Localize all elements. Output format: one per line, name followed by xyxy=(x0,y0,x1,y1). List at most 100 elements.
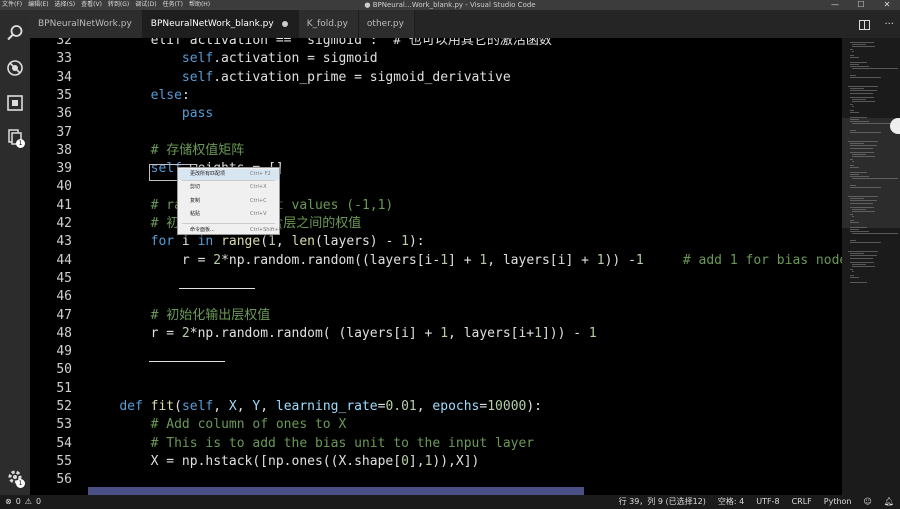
code-line[interactable]: pass xyxy=(88,105,213,123)
context-menu-item[interactable]: 复制 Ctrl+C xyxy=(178,196,279,207)
horizontal-scrollbar[interactable] xyxy=(88,487,584,495)
minimap-line xyxy=(850,207,875,208)
code-line[interactable]: # Add column of ones to X xyxy=(88,416,347,434)
tab-bpneuralnetwork-blank-py[interactable]: BPNeuralNetWork_blank.py xyxy=(142,10,299,38)
code-token: 1 xyxy=(534,325,542,341)
indent-setting[interactable]: 空格: 4 xyxy=(718,495,744,509)
maximize-button[interactable]: ☐ xyxy=(848,0,874,10)
menu-item[interactable]: 编辑(E) xyxy=(28,0,48,10)
menu-item-shortcut: Ctrl+X xyxy=(250,184,267,190)
minimap-line xyxy=(850,152,875,153)
extensions-icon[interactable] xyxy=(0,88,30,118)
menu-item[interactable]: 查看(V) xyxy=(81,0,102,10)
minimap-line xyxy=(848,141,878,142)
code-line[interactable]: self.activation = sigmoid xyxy=(88,50,378,68)
status-bar: ⊗ 0 ⚠ 0 行 39，列 9 (已选择12) 空格: 4 UTF-8 CRL… xyxy=(0,495,900,509)
minimap-line xyxy=(852,233,898,235)
minimap-line xyxy=(852,160,855,162)
warning-icon[interactable]: ⚠ xyxy=(25,495,32,509)
code-line[interactable]: elif activation == 'sigmoid': # 也可以用其它的激… xyxy=(88,38,552,50)
eol-setting[interactable]: CRLF xyxy=(792,495,812,509)
debug-icon[interactable] xyxy=(0,53,30,83)
context-menu-item[interactable]: 更改所有匹配项 Ctrl+ F2 xyxy=(178,169,279,180)
code-token: # This is to add the bias unit to the in… xyxy=(150,435,535,451)
menu-item[interactable]: 选择(S) xyxy=(55,0,76,10)
context-menu-item[interactable]: 剪切 Ctrl+X xyxy=(178,182,279,193)
code-token: ): xyxy=(526,399,543,414)
language-mode[interactable]: Python xyxy=(824,495,852,509)
window-controls: — ☐ ✕ xyxy=(822,0,900,10)
activity-bar: 1 1 xyxy=(0,10,30,495)
code-token: , layers[i+ xyxy=(448,325,535,341)
minimap-line xyxy=(850,171,868,173)
code-area[interactable]: elif activation == 'sigmoid': # 也可以用其它的激… xyxy=(88,38,842,495)
tab-label: K_fold.py xyxy=(306,19,348,29)
code-token: *np.random.random( (layers[i] + xyxy=(189,325,441,341)
settings-icon[interactable]: 1 xyxy=(0,462,30,492)
split-editor-icon[interactable] xyxy=(859,15,871,34)
menu-separator xyxy=(182,180,275,181)
warning-count[interactable]: 0 xyxy=(36,495,41,509)
feedback-icon[interactable]: ☺ xyxy=(864,495,872,509)
minimap-line xyxy=(850,88,864,90)
encoding-setting[interactable]: UTF-8 xyxy=(756,495,779,509)
code-token: (layers) - xyxy=(315,234,402,250)
minimap-line xyxy=(850,64,860,65)
side-toggle-button[interactable] xyxy=(890,118,900,134)
menu-item[interactable]: 转到(G) xyxy=(108,0,129,10)
minimap-line xyxy=(850,167,860,169)
code-token: for xyxy=(150,234,175,250)
minimize-button[interactable]: — xyxy=(822,0,848,10)
code-line[interactable]: # 初始化输出层权值 xyxy=(88,307,271,325)
menu-item[interactable]: 文件(F) xyxy=(2,0,22,10)
code-token: .activation_prime = sigmoid_derivative xyxy=(213,69,511,85)
code-line[interactable]: # This is to add the bias unit to the in… xyxy=(88,435,535,453)
error-count[interactable]: 0 xyxy=(16,495,21,509)
menu-bar: 文件(F) 编辑(E) 选择(S) 查看(V) 转到(G) 调试(D) 任务(T) 帮助(H) xyxy=(0,0,210,10)
bell-icon[interactable]: 🔔︎ xyxy=(884,495,894,509)
minimap-line xyxy=(852,215,855,217)
tab-k-fold-py[interactable]: K_fold.py xyxy=(298,10,359,38)
close-window-button[interactable]: ✕ xyxy=(874,0,900,10)
menu-item[interactable]: 帮助(H) xyxy=(189,0,210,10)
tab-other-py[interactable]: other.py xyxy=(358,10,415,38)
minimap-line xyxy=(848,196,878,197)
code-token: 1 xyxy=(440,252,449,268)
context-menu: 更改所有匹配项 Ctrl+ F2 剪切 Ctrl+X 复制 Ctrl+C 粘贴 Ctrl+V 命… xyxy=(177,167,282,236)
unsaved-dot-icon[interactable] xyxy=(281,21,288,27)
tab-bpneuralnetwork-py[interactable]: BPNeuralNetWork.py xyxy=(30,10,143,38)
code-token: r = xyxy=(88,252,214,268)
context-menu-item[interactable]: 粘贴 Ctrl+V xyxy=(178,209,279,220)
code-line[interactable]: for i in range(1, len(layers) - 1): xyxy=(88,233,425,251)
code-token: 1 xyxy=(479,252,488,268)
code-line[interactable]: self.activation_prime = sigmoid_derivati… xyxy=(88,69,511,87)
error-icon[interactable]: ⊗ xyxy=(5,495,12,509)
code-line[interactable]: def fit(self, X, Y, learning_rate=0.01, … xyxy=(88,398,542,416)
minimap-line xyxy=(852,156,876,158)
line-number: 47 xyxy=(56,307,72,323)
menu-item[interactable]: 任务(T) xyxy=(163,0,183,10)
minimap-line xyxy=(848,86,878,87)
explorer-icon[interactable]: 1 xyxy=(0,122,30,152)
code-line[interactable]: # 存储权值矩阵 xyxy=(88,142,245,160)
tab-label: BPNeuralNetWork_blank.py xyxy=(150,19,274,29)
code-token: # 初始化输出层权值 xyxy=(150,307,271,323)
more-icon[interactable]: ··· xyxy=(884,19,894,30)
code-editor[interactable]: 32 33 34 35 36 37 38 39 40 41 42 43 44 45 46 47 48 49 50 51… xyxy=(30,38,842,495)
menu-item[interactable]: 调试(D) xyxy=(135,0,156,10)
search-icon[interactable] xyxy=(0,18,30,48)
line-number: 49 xyxy=(56,344,72,360)
code-line[interactable]: else: xyxy=(88,87,190,105)
menu-item-shortcut: Ctrl+ F2 xyxy=(250,171,271,177)
code-line[interactable]: X = np.hstack([np.ones((X.shape[0],1)),X… xyxy=(88,453,480,471)
minimap[interactable] xyxy=(842,38,900,495)
context-menu-item[interactable]: 命令面板... Ctrl+Shift+P xyxy=(178,225,282,236)
code-line[interactable]: r = 2*np.random.random((layers[i-1] + 1,… xyxy=(88,252,842,270)
code-line[interactable]: r = 2*np.random.random( (layers[i] + 1, … xyxy=(88,325,597,343)
cursor-position[interactable]: 行 39，列 9 (已选择12) xyxy=(619,495,706,509)
code-token: pass xyxy=(181,106,214,122)
